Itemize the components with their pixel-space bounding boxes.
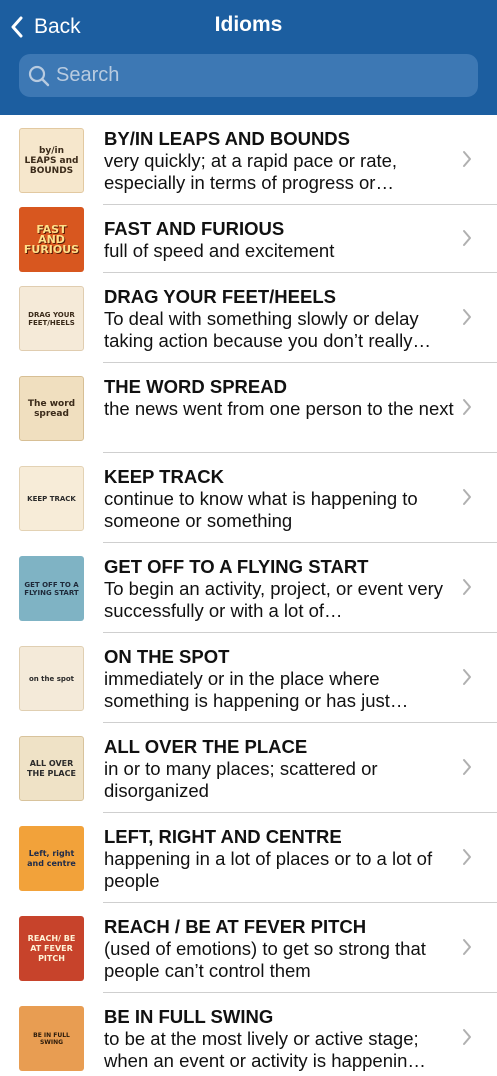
- chevron-right-icon: [463, 849, 471, 865]
- chevron-right-icon: [463, 309, 471, 325]
- idiom-meaning: immediately or in the place where someth…: [104, 668, 409, 711]
- list-item[interactable]: BE IN FULL SWING BE IN FULL SWING to be …: [0, 993, 497, 1076]
- list-item[interactable]: by/in LEAPS and BOUNDS BY/IN LEAPS AND B…: [0, 115, 497, 205]
- search-bar[interactable]: [19, 54, 478, 97]
- list-item[interactable]: FAST AND FURIOUS FAST AND FURIOUS full o…: [0, 205, 497, 273]
- list-item[interactable]: The word spread THE WORD SPREAD the news…: [0, 363, 497, 453]
- nav-header: Back Idioms: [0, 0, 497, 115]
- idiom-thumbnail: GET OFF TO A FLYING START: [19, 556, 84, 621]
- idiom-thumbnail: on the spot: [19, 646, 84, 711]
- chevron-right-icon: [463, 579, 471, 595]
- chevron-right-icon: [463, 230, 471, 246]
- idiom-thumbnail: The word spread: [19, 376, 84, 441]
- idiom-thumbnail: BE IN FULL SWING: [19, 1006, 84, 1071]
- idiom-meaning: full of speed and excitement: [104, 240, 335, 261]
- chevron-right-icon: [463, 489, 471, 505]
- idiom-meaning: (used of emotions) to get so strong that…: [104, 938, 426, 981]
- idiom-title: ALL OVER THE PLACE: [104, 736, 308, 757]
- idiom-title: REACH / BE AT FEVER PITCH: [104, 916, 367, 937]
- idiom-meaning: the news went from one person to the nex…: [104, 398, 454, 419]
- idiom-meaning: continue to know what is happening to so…: [104, 488, 418, 531]
- idiom-title: ON THE SPOT: [104, 646, 230, 667]
- idiom-thumbnail: REACH/ BE AT FEVER PITCH: [19, 916, 84, 981]
- list-item[interactable]: on the spot ON THE SPOT immediately or i…: [0, 633, 497, 723]
- idiom-thumbnail: FAST AND FURIOUS: [19, 207, 84, 272]
- chevron-right-icon: [463, 399, 471, 415]
- list-item[interactable]: DRAG YOUR FEET/HEELS DRAG YOUR FEET/HEEL…: [0, 273, 497, 363]
- chevron-right-icon: [463, 759, 471, 775]
- search-input[interactable]: [56, 64, 456, 87]
- idiom-thumbnail: ALL OVER THE PLACE: [19, 736, 84, 801]
- idiom-meaning: to be at the most lively or active stage…: [104, 1028, 426, 1071]
- idiom-title: BY/IN LEAPS AND BOUNDS: [104, 128, 351, 149]
- idiom-meaning: To begin an activity, project, or event …: [104, 578, 443, 621]
- idiom-title: KEEP TRACK: [104, 466, 224, 487]
- idiom-thumbnail: KEEP TRACK: [19, 466, 84, 531]
- idiom-title: GET OFF TO A FLYING START: [104, 556, 369, 577]
- page-title: Idioms: [214, 13, 283, 36]
- list-item[interactable]: Left, right and centre LEFT, RIGHT AND C…: [0, 813, 497, 903]
- idiom-title: FAST AND FURIOUS: [104, 218, 285, 239]
- idiom-meaning: in or to many places; scattered or disor…: [104, 758, 378, 801]
- idiom-title: BE IN FULL SWING: [104, 1006, 274, 1027]
- chevron-right-icon: [463, 669, 471, 685]
- chevron-right-icon: [463, 1029, 471, 1045]
- idiom-meaning: happening in a lot of places or to a lot…: [104, 848, 433, 891]
- idiom-list: by/in LEAPS and BOUNDS BY/IN LEAPS AND B…: [0, 115, 497, 1076]
- idiom-meaning: To deal with something slowly or delay t…: [104, 308, 432, 351]
- list-item[interactable]: GET OFF TO A FLYING START GET OFF TO A F…: [0, 543, 497, 633]
- chevron-right-icon: [463, 151, 471, 167]
- list-item[interactable]: ALL OVER THE PLACE ALL OVER THE PLACE in…: [0, 723, 497, 813]
- idiom-title: THE WORD SPREAD: [104, 376, 287, 397]
- idiom-thumbnail: by/in LEAPS and BOUNDS: [19, 128, 84, 193]
- idiom-thumbnail: DRAG YOUR FEET/HEELS: [19, 286, 84, 351]
- list-item[interactable]: KEEP TRACK KEEP TRACK continue to know w…: [0, 453, 497, 543]
- idiom-meaning: very quickly; at a rapid pace or rate, e…: [104, 150, 398, 193]
- search-icon: [28, 65, 50, 86]
- idiom-thumbnail: Left, right and centre: [19, 826, 84, 891]
- chevron-right-icon: [463, 939, 471, 955]
- list-item[interactable]: REACH/ BE AT FEVER PITCH REACH / BE AT F…: [0, 903, 497, 993]
- idiom-title: LEFT, RIGHT AND CENTRE: [104, 826, 342, 847]
- idiom-title: DRAG YOUR FEET/HEELS: [104, 286, 336, 307]
